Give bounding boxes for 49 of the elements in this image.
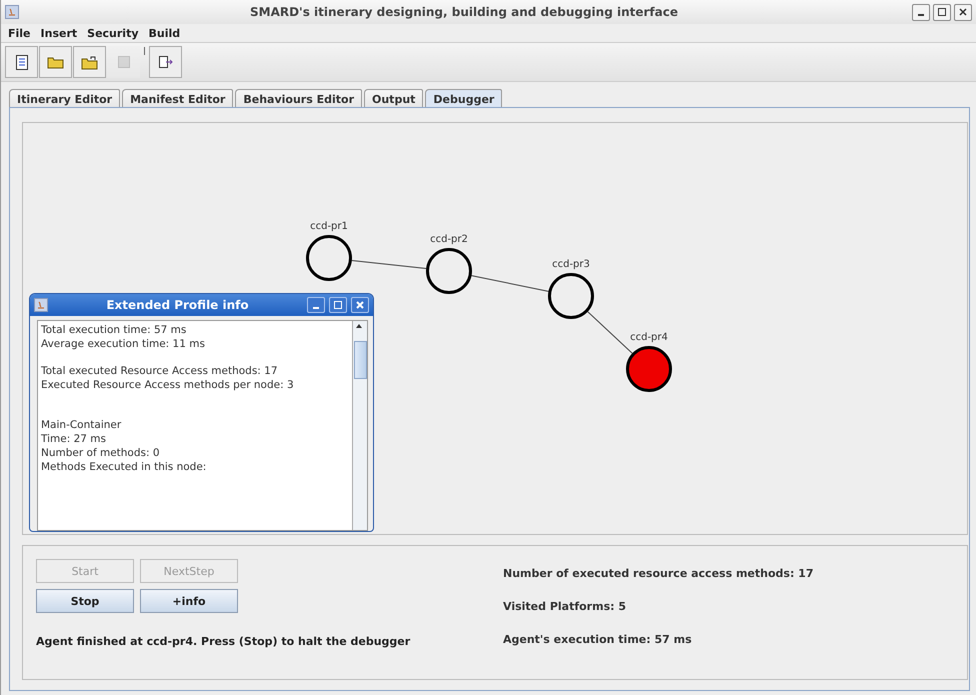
- close-icon: [356, 301, 364, 309]
- folder-icon: [80, 54, 98, 70]
- stat-text: Visited Platforms: 5: [503, 600, 628, 613]
- java-icon: [5, 5, 19, 19]
- stat-text: Agent's execution time: 57 ms: [503, 633, 693, 646]
- window-title: SMARD's itinerary designing, building and debugging interface: [248, 5, 679, 19]
- node-label: ccd-pr3: [552, 259, 590, 270]
- text-line: Time: 27 ms: [41, 432, 107, 446]
- text-line: Executed Resource Access methods per node: 3: [41, 378, 295, 392]
- text-line: Total execution time: 57 ms: [41, 323, 188, 337]
- java-icon: [34, 298, 48, 312]
- tab[interactable]: Debugger: [425, 89, 502, 108]
- maximize-icon: [938, 8, 946, 16]
- toolbar-button[interactable]: [39, 46, 72, 78]
- node-label: ccd-pr2: [430, 234, 468, 245]
- text-area[interactable]: [37, 320, 368, 531]
- text-line: Number of methods: 0: [41, 446, 161, 460]
- export-icon: [158, 56, 172, 68]
- close-icon: [959, 8, 967, 16]
- tab[interactable]: Manifest Editor: [122, 89, 234, 108]
- text-line: Main-Container: [41, 418, 122, 432]
- debug-button[interactable]: Stop: [36, 589, 134, 613]
- scrollbar-thumb[interactable]: [354, 341, 367, 379]
- tab[interactable]: Itinerary Editor: [9, 89, 120, 108]
- status-message: Agent finished at ccd-pr4. Press (Stop) to halt the debugger: [36, 635, 412, 648]
- dialog-title: Extended Profile info: [105, 298, 250, 312]
- text-line: Methods Executed in this node:: [41, 460, 208, 474]
- toolbar-button[interactable]: [149, 46, 182, 78]
- node-label: ccd-pr4: [630, 332, 668, 343]
- toolbar-button[interactable]: [5, 46, 38, 78]
- toolbar-button[interactable]: [73, 46, 106, 78]
- maximize-button[interactable]: [933, 4, 951, 20]
- menu-item[interactable]: Security: [82, 26, 144, 40]
- menu-item[interactable]: File: [3, 26, 36, 40]
- menu-item[interactable]: Build: [144, 26, 186, 40]
- scrollbar[interactable]: [352, 321, 367, 530]
- maximize-icon: [334, 301, 342, 309]
- text-line: Total executed Resource Access methods: 17: [41, 364, 279, 378]
- node-label: ccd-pr1: [310, 221, 348, 232]
- minimize-button[interactable]: [912, 4, 930, 20]
- tab[interactable]: Behaviours Editor: [235, 89, 362, 108]
- close-button[interactable]: [954, 4, 972, 20]
- menu-item[interactable]: Insert: [36, 26, 82, 40]
- debug-button[interactable]: +info: [140, 589, 238, 613]
- stat-text: Number of executed resource access methods: 17: [503, 567, 814, 580]
- folder-icon: [46, 55, 64, 69]
- text-line: Average execution time: 11 ms: [41, 337, 206, 351]
- tab[interactable]: Output: [364, 89, 424, 108]
- document-icon: [16, 54, 28, 70]
